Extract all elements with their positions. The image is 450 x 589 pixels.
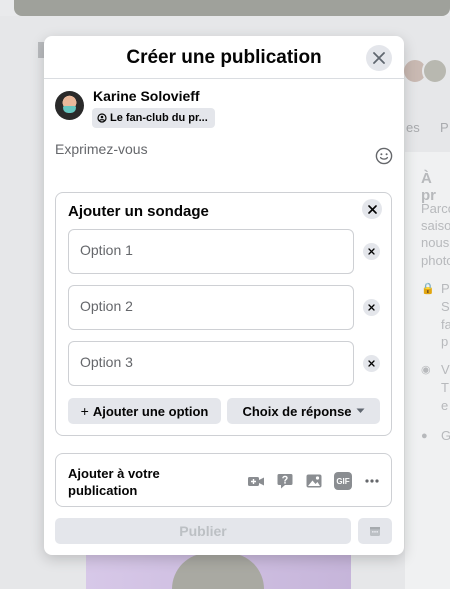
about-title: À pr bbox=[421, 170, 436, 204]
remove-poll-button[interactable] bbox=[362, 199, 382, 219]
about-text: nous bbox=[421, 235, 450, 250]
create-post-dialog: Créer une publication Karine Solovieff L… bbox=[44, 36, 404, 555]
gif-icon[interactable]: GIF bbox=[334, 472, 352, 490]
poll-option-input[interactable]: Option 1 bbox=[68, 229, 354, 274]
schedule-button[interactable] bbox=[358, 518, 392, 544]
lock-icon: 🔒 bbox=[421, 283, 435, 295]
add-to-post-label: Ajouter à votre publication bbox=[68, 466, 160, 498]
poll-title: Ajouter un sondage bbox=[68, 203, 209, 220]
about-text: saiso bbox=[421, 218, 450, 233]
member-avatars bbox=[402, 58, 450, 86]
video-add-icon[interactable] bbox=[247, 472, 265, 490]
poll-option-input[interactable]: Option 3 bbox=[68, 341, 354, 386]
more-icon[interactable] bbox=[363, 472, 381, 490]
close-icon bbox=[367, 204, 377, 214]
poll-panel: Ajouter un sondage Option 1 Option 2 Opt… bbox=[55, 192, 392, 436]
about-text: Parco bbox=[421, 201, 450, 216]
remove-option-button[interactable] bbox=[363, 355, 380, 372]
add-option-label: Ajouter une option bbox=[92, 403, 209, 419]
about-text: P bbox=[441, 281, 450, 296]
response-choice-dropdown[interactable]: Choix de réponse bbox=[227, 398, 380, 424]
plus-icon: + bbox=[80, 403, 89, 419]
remove-option-button[interactable] bbox=[363, 299, 380, 316]
audience-selector[interactable]: Le fan-club du pr... bbox=[92, 108, 215, 128]
caret-down-icon bbox=[356, 408, 365, 413]
author-name: Karine Solovieff bbox=[93, 88, 200, 104]
about-text: e bbox=[441, 398, 449, 413]
publish-button[interactable]: Publier bbox=[55, 518, 351, 544]
question-icon[interactable] bbox=[276, 472, 294, 490]
group-audience-icon bbox=[97, 113, 107, 123]
about-text: V bbox=[441, 362, 450, 377]
about-text: fa bbox=[441, 317, 450, 332]
close-icon bbox=[368, 360, 375, 367]
response-choice-label: Choix de réponse bbox=[242, 403, 352, 419]
post-text-input[interactable]: Exprimez-vous bbox=[55, 141, 148, 157]
add-to-post-bar: Ajouter à votre publication GIF bbox=[55, 453, 392, 507]
close-button[interactable] bbox=[366, 45, 392, 71]
about-text: p bbox=[441, 334, 449, 349]
audience-label: Le fan-club du pr... bbox=[110, 112, 208, 124]
group-icon: ● bbox=[421, 430, 428, 442]
close-icon bbox=[373, 52, 385, 64]
avatar bbox=[55, 91, 84, 120]
remove-option-button[interactable] bbox=[363, 243, 380, 260]
avatar bbox=[422, 58, 448, 84]
gif-text: GIF bbox=[336, 476, 350, 486]
tab-fragment: P bbox=[440, 120, 449, 135]
tab-fragment: es bbox=[406, 120, 420, 135]
about-text: photo bbox=[421, 253, 450, 268]
about-text: S bbox=[441, 299, 450, 314]
add-option-button[interactable]: + Ajouter une option bbox=[68, 398, 221, 424]
dialog-title: Créer une publication bbox=[126, 47, 322, 68]
cover-photo bbox=[14, 0, 450, 16]
close-icon bbox=[368, 304, 375, 311]
eye-icon: ◉ bbox=[421, 364, 431, 376]
about-text: G bbox=[441, 428, 450, 443]
smiley-icon[interactable] bbox=[375, 147, 393, 165]
close-icon bbox=[368, 248, 375, 255]
photo-tag-icon[interactable] bbox=[305, 472, 323, 490]
about-text: T bbox=[441, 380, 449, 395]
poll-option-input[interactable]: Option 2 bbox=[68, 285, 354, 330]
calendar-icon bbox=[370, 527, 380, 536]
dialog-header: Créer une publication bbox=[44, 36, 404, 79]
